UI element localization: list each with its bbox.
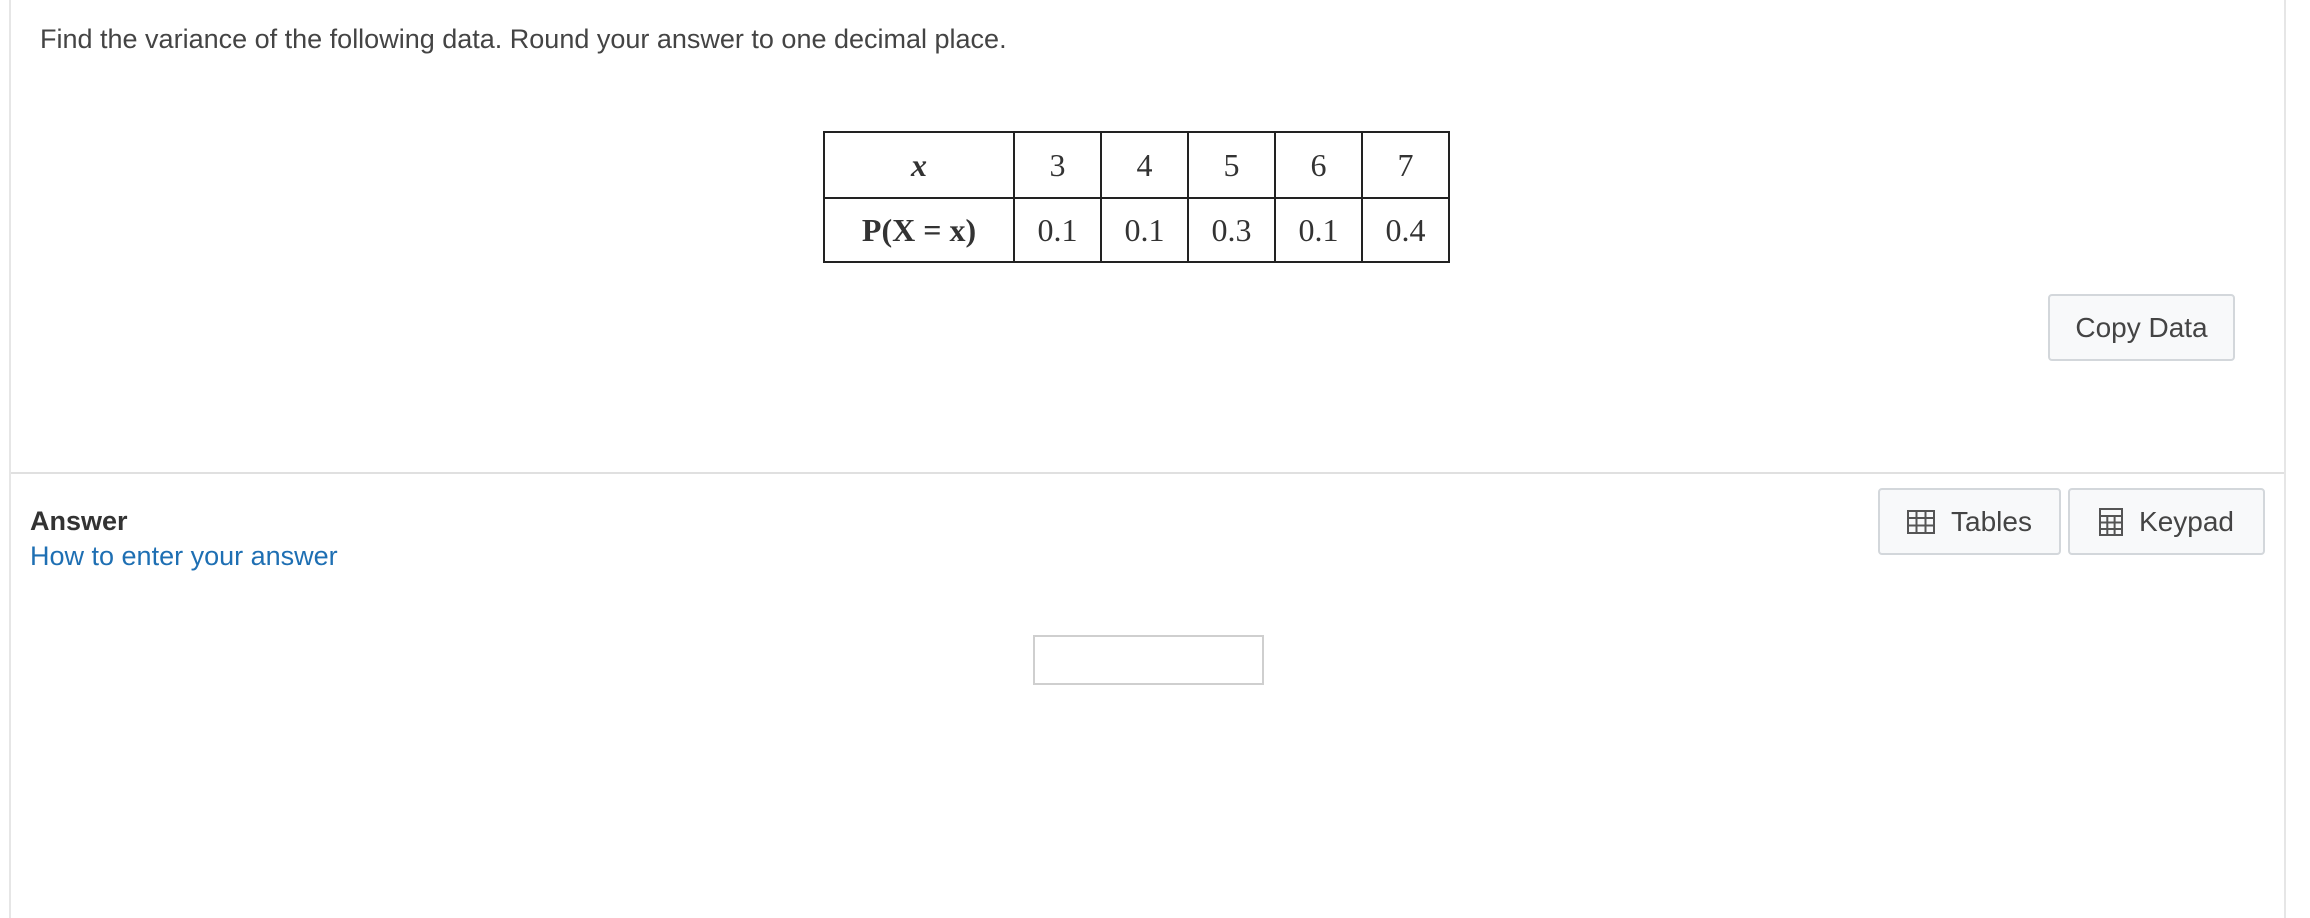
x-values-row: x 3 4 5 6 7 bbox=[823, 131, 1450, 199]
keypad-button[interactable]: Keypad bbox=[2068, 488, 2265, 555]
question-panel: Find the variance of the following data.… bbox=[0, 0, 2310, 918]
probability-value-cell: 0.1 bbox=[1274, 197, 1363, 263]
question-prompt: Find the variance of the following data.… bbox=[40, 24, 1007, 54]
tables-button[interactable]: Tables bbox=[1878, 488, 2061, 555]
calculator-icon bbox=[2099, 507, 2124, 536]
copy-data-button[interactable]: Copy Data bbox=[2048, 294, 2235, 361]
probability-value-cell: 0.4 bbox=[1361, 197, 1450, 263]
x-value-cell: 5 bbox=[1187, 131, 1276, 199]
probability-row: P(X = x) 0.1 0.1 0.3 0.1 0.4 bbox=[823, 197, 1450, 263]
x-header-cell: x bbox=[823, 131, 1015, 199]
keypad-label: Keypad bbox=[2139, 505, 2234, 537]
answer-heading: Answer bbox=[30, 506, 128, 536]
table-grid-icon bbox=[1907, 509, 1936, 534]
how-to-enter-answer-link[interactable]: How to enter your answer bbox=[30, 541, 338, 572]
panel-left-border bbox=[9, 0, 11, 918]
probability-table: x 3 4 5 6 7 P(X = x) 0.1 0.1 0.3 0.1 0.4 bbox=[823, 131, 1450, 263]
answer-input[interactable] bbox=[1033, 635, 1264, 685]
copy-data-label: Copy Data bbox=[2075, 311, 2208, 343]
x-value-cell: 7 bbox=[1361, 131, 1450, 199]
x-value-cell: 6 bbox=[1274, 131, 1363, 199]
x-value-cell: 3 bbox=[1013, 131, 1102, 199]
panel-right-border bbox=[2284, 0, 2286, 918]
section-divider bbox=[11, 472, 2284, 474]
x-value-cell: 4 bbox=[1100, 131, 1189, 199]
probability-value-cell: 0.3 bbox=[1187, 197, 1276, 263]
probability-header-cell: P(X = x) bbox=[823, 197, 1015, 263]
tables-label: Tables bbox=[1951, 505, 2032, 537]
probability-value-cell: 0.1 bbox=[1013, 197, 1102, 263]
probability-value-cell: 0.1 bbox=[1100, 197, 1189, 263]
